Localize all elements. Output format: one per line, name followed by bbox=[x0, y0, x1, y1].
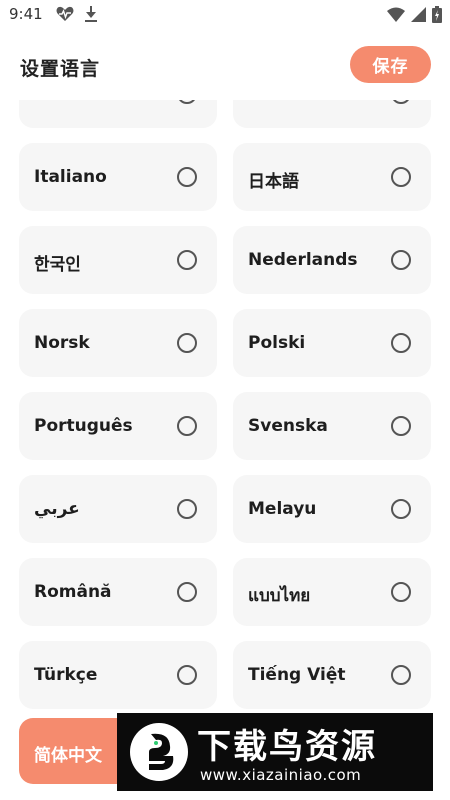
status-time: 9:41 bbox=[9, 5, 43, 23]
watermark-url: www.xiazainiao.com bbox=[200, 766, 362, 784]
language-option[interactable] bbox=[233, 100, 431, 128]
signal-icon bbox=[411, 7, 426, 22]
save-button[interactable]: 保存 bbox=[350, 46, 431, 83]
radio-button[interactable] bbox=[391, 250, 411, 270]
status-left-icons bbox=[56, 6, 98, 22]
radio-button[interactable] bbox=[177, 499, 197, 519]
language-label: Melayu bbox=[248, 499, 317, 519]
radio-button[interactable] bbox=[391, 499, 411, 519]
battery-icon bbox=[432, 6, 442, 23]
language-option-korean[interactable]: 한국인 bbox=[19, 226, 217, 294]
language-label: Português bbox=[34, 416, 133, 436]
language-label: Italiano bbox=[34, 167, 107, 187]
language-label: Polski bbox=[248, 333, 306, 353]
radio-button[interactable] bbox=[391, 665, 411, 685]
radio-button[interactable] bbox=[177, 333, 197, 353]
language-label: 한국인 bbox=[34, 255, 81, 275]
bird-logo-icon bbox=[130, 723, 188, 781]
language-label: Română bbox=[34, 582, 112, 602]
radio-button[interactable] bbox=[391, 582, 411, 602]
language-label: แบบไทย bbox=[248, 586, 311, 606]
language-list[interactable]: Italiano 日本語 한국인 Nederlands Norsk Polski… bbox=[0, 100, 450, 715]
language-option-arabic[interactable]: عربي bbox=[19, 475, 217, 543]
language-option[interactable] bbox=[19, 100, 217, 128]
language-option-japanese[interactable]: 日本語 bbox=[233, 143, 431, 211]
language-label: Nederlands bbox=[248, 250, 358, 270]
radio-button[interactable] bbox=[391, 416, 411, 436]
radio-button[interactable] bbox=[391, 100, 411, 104]
language-label: 日本語 bbox=[248, 172, 299, 192]
download-icon bbox=[85, 6, 97, 22]
radio-button[interactable] bbox=[391, 333, 411, 353]
selected-language-label: 简体中文 bbox=[34, 746, 102, 766]
page-title: 设置语言 bbox=[20, 58, 101, 80]
radio-button[interactable] bbox=[177, 100, 197, 104]
language-option-vietnamese[interactable]: Tiếng Việt bbox=[233, 641, 431, 709]
language-option-norwegian[interactable]: Norsk bbox=[19, 309, 217, 377]
language-option-dutch[interactable]: Nederlands bbox=[233, 226, 431, 294]
language-label: Svenska bbox=[248, 416, 328, 436]
language-option-swedish[interactable]: Svenska bbox=[233, 392, 431, 460]
wifi-icon bbox=[387, 7, 405, 22]
language-option-portuguese[interactable]: Português bbox=[19, 392, 217, 460]
language-label: عربي bbox=[34, 499, 80, 519]
language-option-polish[interactable]: Polski bbox=[233, 309, 431, 377]
language-option-romanian[interactable]: Română bbox=[19, 558, 217, 626]
language-option-italiano[interactable]: Italiano bbox=[19, 143, 217, 211]
radio-button[interactable] bbox=[177, 582, 197, 602]
language-label: Norsk bbox=[34, 333, 90, 353]
watermark: 下载鸟资源 www.xiazainiao.com bbox=[117, 713, 433, 791]
status-right-icons bbox=[387, 6, 442, 23]
language-option-thai[interactable]: แบบไทย bbox=[233, 558, 431, 626]
radio-button[interactable] bbox=[177, 250, 197, 270]
language-grid: Italiano 日本語 한국인 Nederlands Norsk Polski… bbox=[19, 100, 432, 709]
watermark-title: 下载鸟资源 bbox=[197, 727, 377, 767]
language-option-turkish[interactable]: Türkçe bbox=[19, 641, 217, 709]
radio-button[interactable] bbox=[177, 167, 197, 187]
status-bar: 9:41 bbox=[0, 0, 450, 32]
radio-button[interactable] bbox=[177, 665, 197, 685]
heart-pulse-icon bbox=[56, 6, 74, 21]
language-label: Tiếng Việt bbox=[248, 665, 346, 685]
language-option-malay[interactable]: Melayu bbox=[233, 475, 431, 543]
language-label: Türkçe bbox=[34, 665, 98, 685]
radio-button[interactable] bbox=[391, 167, 411, 187]
radio-button[interactable] bbox=[177, 416, 197, 436]
header: 设置语言 保存 bbox=[0, 40, 450, 94]
